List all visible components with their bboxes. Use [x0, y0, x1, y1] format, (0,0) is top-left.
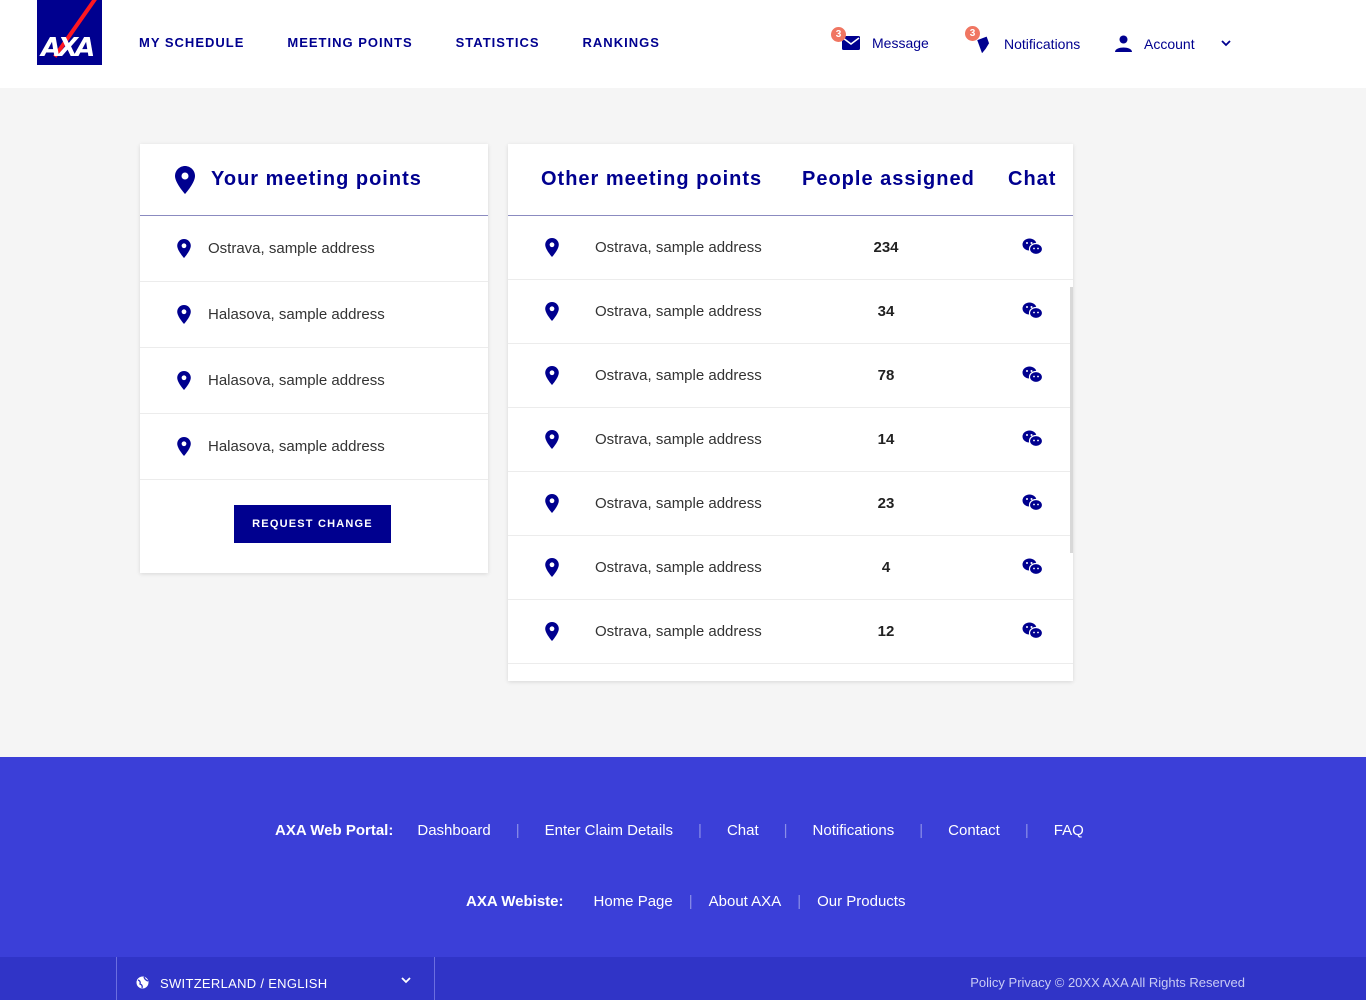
chevron-down-icon: [1220, 40, 1231, 47]
notifications-link[interactable]: 3 Notifications: [965, 26, 1081, 53]
axa-logo[interactable]: AXA: [37, 0, 102, 65]
notifications-badge: 3: [965, 26, 980, 41]
portal-links-row: AXA Web Portal: Dashboard | Enter Claim D…: [275, 822, 1084, 839]
map-pin-icon: [545, 622, 559, 641]
portal-label: AXA Web Portal:: [275, 822, 394, 839]
meeting-point-address: Ostrava, sample address: [595, 239, 762, 256]
mail-icon-wrap: 3: [831, 27, 872, 50]
your-meeting-points-card: Your meeting points Ostrava, sample addr…: [140, 144, 488, 573]
list-item[interactable]: Halasova, sample address: [140, 282, 488, 348]
chat-icon[interactable]: [1022, 366, 1044, 384]
nav-statistics[interactable]: STATISTICS: [456, 35, 540, 50]
meeting-point-address: Halasova, sample address: [208, 438, 385, 455]
top-header: AXA MY SCHEDULE MEETING POINTS STATISTIC…: [0, 0, 1366, 88]
nav-my-schedule[interactable]: MY SCHEDULE: [139, 35, 244, 50]
list-item[interactable]: Halasova, sample address: [140, 348, 488, 414]
footer-link-products[interactable]: Our Products: [817, 893, 905, 910]
footer-link-about[interactable]: About AXA: [709, 893, 782, 910]
people-assigned-count: 78: [877, 367, 895, 384]
message-link[interactable]: 3 Message: [831, 27, 929, 51]
table-scrollbar[interactable]: [1070, 287, 1073, 553]
table-row[interactable]: Ostrava, sample address 12: [508, 600, 1073, 664]
account-label: Account: [1144, 35, 1195, 52]
chat-icon[interactable]: [1022, 238, 1044, 256]
footer-bottom-bar: SWITZERLAND / ENGLISH Policy Privacy © 2…: [0, 957, 1366, 1000]
table-row[interactable]: Ostrava, sample address 234: [508, 216, 1073, 280]
person-icon: [1115, 35, 1132, 52]
language-selector[interactable]: SWITZERLAND / ENGLISH: [116, 957, 435, 1000]
table-row[interactable]: Ostrava, sample address 23: [508, 472, 1073, 536]
chat-icon[interactable]: [1022, 558, 1044, 576]
footer-link-faq[interactable]: FAQ: [1054, 822, 1084, 839]
table-row[interactable]: Ostrava, sample address 14: [508, 408, 1073, 472]
footer-link-notifications[interactable]: Notifications: [813, 822, 895, 839]
meeting-point-address: Halasova, sample address: [208, 372, 385, 389]
footer-link-dashboard[interactable]: Dashboard: [417, 822, 490, 839]
map-pin-icon: [545, 366, 559, 385]
copyright-text: Policy Privacy © 20XX AXA All Rights Res…: [970, 975, 1245, 990]
footer: AXA Web Portal: Dashboard | Enter Claim D…: [0, 757, 1366, 957]
table-row[interactable]: Ostrava, sample address 34: [508, 280, 1073, 344]
message-label: Message: [872, 35, 929, 51]
col-header-other-points: Other meeting points: [541, 168, 763, 190]
col-header-people: People assigned: [802, 168, 975, 190]
account-menu[interactable]: Account: [1115, 35, 1231, 52]
meeting-point-address: Ostrava, sample address: [595, 431, 762, 448]
chat-icon[interactable]: [1022, 302, 1044, 320]
table-row[interactable]: Ostrava, sample address 78: [508, 344, 1073, 408]
map-pin-icon: [545, 558, 559, 577]
website-label: AXA Webiste:: [466, 893, 564, 910]
list-item[interactable]: Halasova, sample address: [140, 414, 488, 480]
people-assigned-count: 23: [877, 495, 895, 512]
map-pin-icon: [545, 238, 559, 257]
meeting-point-address: Ostrava, sample address: [208, 240, 375, 257]
language-label: SWITZERLAND / ENGLISH: [160, 976, 328, 991]
bell-icon-wrap: 3: [965, 26, 1004, 53]
meeting-point-address: Ostrava, sample address: [595, 495, 762, 512]
map-pin-icon: [177, 437, 191, 456]
table-row[interactable]: Ostrava, sample address 4: [508, 536, 1073, 600]
people-assigned-count: 234: [873, 239, 899, 256]
map-pin-icon: [545, 302, 559, 321]
col-header-chat: Chat: [1008, 168, 1057, 190]
list-item[interactable]: Ostrava, sample address: [140, 216, 488, 282]
footer-link-claim[interactable]: Enter Claim Details: [545, 822, 673, 839]
footer-link-contact[interactable]: Contact: [948, 822, 1000, 839]
map-pin-icon: [177, 239, 191, 258]
request-change-button[interactable]: REQUEST CHANGE: [234, 505, 391, 543]
your-points-title: Your meeting points: [211, 168, 422, 190]
other-points-header: Other meeting points People assigned Cha…: [508, 144, 1073, 216]
people-assigned-count: 12: [877, 623, 895, 640]
main-nav: MY SCHEDULE MEETING POINTS STATISTICS RA…: [139, 35, 703, 50]
logo-text: AXA: [41, 33, 95, 63]
map-pin-icon: [545, 494, 559, 513]
chat-icon[interactable]: [1022, 430, 1044, 448]
website-links-row: AXA Webiste: Home Page | About AXA | Our P…: [466, 893, 906, 910]
people-assigned-count: 4: [881, 559, 891, 576]
other-meeting-points-card: Other meeting points People assigned Cha…: [508, 144, 1073, 681]
map-pin-icon: [175, 165, 195, 194]
meeting-point-address: Ostrava, sample address: [595, 559, 762, 576]
message-badge: 3: [831, 27, 846, 42]
nav-rankings[interactable]: RANKINGS: [583, 35, 660, 50]
footer-link-home[interactable]: Home Page: [594, 893, 673, 910]
meeting-point-address: Halasova, sample address: [208, 306, 385, 323]
map-pin-icon: [177, 305, 191, 324]
meeting-point-address: Ostrava, sample address: [595, 303, 762, 320]
your-points-header: Your meeting points: [140, 144, 488, 216]
nav-meeting-points[interactable]: MEETING POINTS: [287, 35, 412, 50]
people-assigned-count: 34: [877, 303, 895, 320]
chevron-down-icon: [401, 977, 411, 984]
notifications-label: Notifications: [1004, 36, 1081, 52]
globe-icon: [136, 976, 149, 989]
footer-link-chat[interactable]: Chat: [727, 822, 759, 839]
meeting-point-address: Ostrava, sample address: [595, 623, 762, 640]
meeting-point-address: Ostrava, sample address: [595, 367, 762, 384]
chat-icon[interactable]: [1022, 622, 1044, 640]
people-assigned-count: 14: [877, 431, 895, 448]
map-pin-icon: [177, 371, 191, 390]
map-pin-icon: [545, 430, 559, 449]
meeting-points-table: Ostrava, sample address 234 Ostrava, sampl…: [508, 216, 1073, 664]
chat-icon[interactable]: [1022, 494, 1044, 512]
